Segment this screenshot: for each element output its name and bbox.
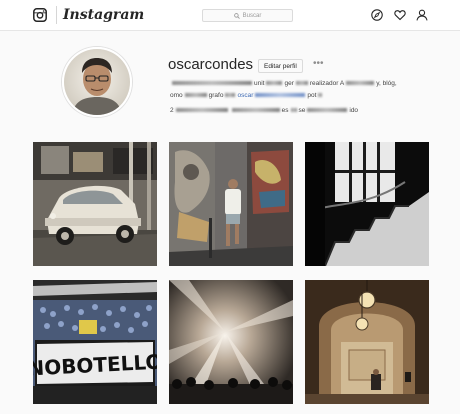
bio-redaction <box>318 93 323 98</box>
bio-redaction <box>290 108 297 113</box>
compass-icon[interactable] <box>371 9 383 21</box>
bio-redaction <box>172 81 252 86</box>
bio-redaction <box>307 108 348 113</box>
posts-grid: NOBOTELLO <box>33 142 429 404</box>
logo-divider <box>56 6 57 24</box>
post-image-archway <box>305 280 429 404</box>
bio-redaction <box>295 81 308 86</box>
bio-redaction <box>225 93 236 98</box>
top-navigation-bar: Instagram Buscar <box>0 0 460 31</box>
bio-line-2: omo grafo oscar pot <box>170 92 324 99</box>
edit-profile-button[interactable]: Editar perfil <box>258 59 303 73</box>
more-options-button[interactable]: ••• <box>313 58 324 69</box>
post-thumbnail[interactable] <box>33 142 157 266</box>
bio-link[interactable]: oscar <box>237 92 253 99</box>
post-image-car <box>33 142 157 266</box>
profile-avatar[interactable] <box>62 47 132 117</box>
post-thumbnail[interactable] <box>169 142 293 266</box>
profile-icon[interactable] <box>416 9 428 21</box>
post-image-crowd: NOBOTELLO <box>33 280 157 404</box>
instagram-camera-icon[interactable] <box>33 8 47 22</box>
post-thumbnail[interactable]: NOBOTELLO <box>33 280 157 404</box>
bio-redaction <box>175 108 228 113</box>
search-icon <box>233 12 240 19</box>
bio-redaction <box>346 81 375 86</box>
post-thumbnail[interactable] <box>169 280 293 404</box>
profile-username: oscarcondes <box>168 56 254 73</box>
search-placeholder: Buscar <box>242 12 262 19</box>
bio-redaction <box>231 108 280 113</box>
post-image-staircase <box>305 142 429 266</box>
search-input[interactable]: Buscar <box>202 9 293 22</box>
post-thumbnail[interactable] <box>305 280 429 404</box>
bio-redaction <box>184 93 207 98</box>
bio-redaction <box>255 93 306 98</box>
bio-redaction <box>266 81 283 86</box>
bio-line-3: 2 es se ido <box>170 107 359 114</box>
bio-line-1: unit ger realizador Ay, blóg, <box>170 80 397 87</box>
instagram-wordmark[interactable]: Instagram <box>63 7 144 23</box>
post-image-street <box>169 142 293 266</box>
post-thumbnail[interactable] <box>305 142 429 266</box>
heart-icon[interactable] <box>394 9 406 21</box>
avatar-photo <box>64 49 130 115</box>
post-image-concert <box>169 280 293 404</box>
